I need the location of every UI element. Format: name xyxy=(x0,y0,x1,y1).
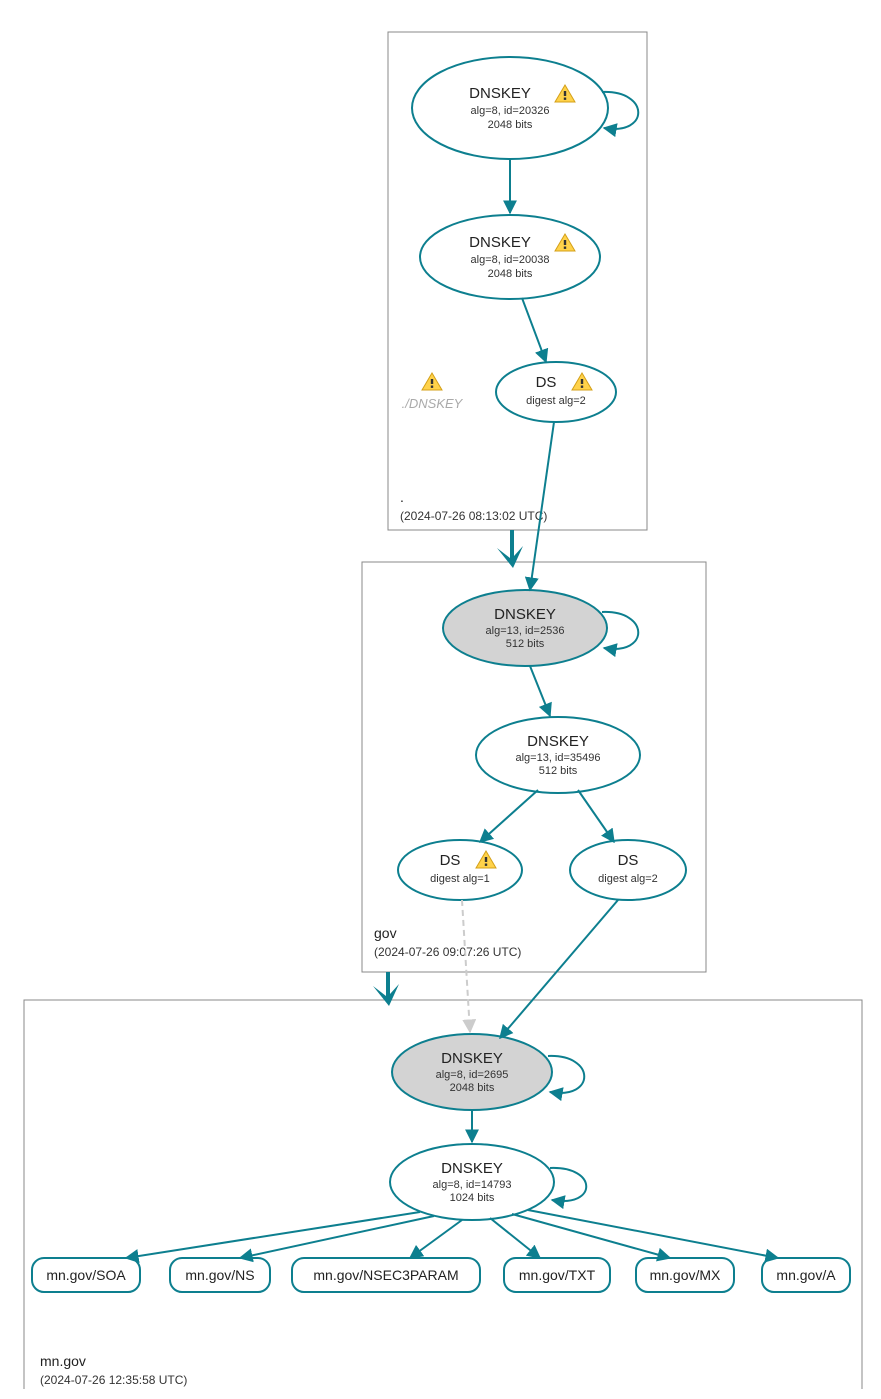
node-record-a: mn.gov/A xyxy=(762,1258,850,1292)
gov-ksk-line1: alg=13, id=2536 xyxy=(486,625,565,637)
edge-zsk-mx xyxy=(512,1214,670,1258)
edge-gov-ds1-mn-ksk xyxy=(462,900,470,1032)
edge-zsk-ns xyxy=(240,1216,434,1258)
root-ksk-line2: 2048 bits xyxy=(488,119,533,131)
edge-gov-zsk-ds1 xyxy=(480,790,538,842)
edge-mn-zsk-self xyxy=(550,1168,586,1201)
edge-root-zsk-ds xyxy=(522,298,546,362)
zone-ts-mn: (2024-07-26 12:35:58 UTC) xyxy=(40,1373,187,1387)
mn-zsk-line2: 1024 bits xyxy=(450,1192,495,1204)
mn-zsk-line1: alg=8, id=14793 xyxy=(433,1179,512,1191)
edge-root-ds-gov-ksk xyxy=(530,422,554,590)
root-zsk-line1: alg=8, id=20038 xyxy=(471,254,550,266)
svg-text:./DNSKEY: ./DNSKEY xyxy=(402,396,464,411)
gov-ksk-title: DNSKEY xyxy=(494,606,556,623)
svg-text:mn.gov/TXT: mn.gov/TXT xyxy=(519,1267,596,1283)
node-record-txt: mn.gov/TXT xyxy=(504,1258,610,1292)
mn-zsk-title: DNSKEY xyxy=(441,1160,503,1177)
zone-ts-root: (2024-07-26 08:13:02 UTC) xyxy=(400,509,547,523)
gov-zsk-title: DNSKEY xyxy=(527,733,589,750)
node-root-zsk: DNSKEY alg=8, id=20038 2048 bits xyxy=(420,215,600,299)
root-ds-title: DS xyxy=(536,374,557,391)
node-gov-ds1: DS digest alg=1 xyxy=(398,840,522,900)
zone-label-gov: gov xyxy=(374,925,397,941)
edge-zsk-nsec3 xyxy=(410,1220,462,1258)
mn-ksk-title: DNSKEY xyxy=(441,1050,503,1067)
root-ds-line1: digest alg=2 xyxy=(526,395,586,407)
svg-text:mn.gov/A: mn.gov/A xyxy=(776,1267,836,1283)
mn-ksk-line2: 2048 bits xyxy=(450,1082,495,1094)
edge-mn-ksk-self xyxy=(548,1056,584,1093)
edge-gov-ksk-zsk xyxy=(530,666,550,716)
delegation-arrow-gov-mn xyxy=(373,972,399,1006)
warning-icon xyxy=(422,373,442,390)
zone-label-mn: mn.gov xyxy=(40,1353,86,1369)
gov-zsk-line2: 512 bits xyxy=(539,765,578,777)
node-gov-zsk: DNSKEY alg=13, id=35496 512 bits xyxy=(476,717,640,793)
svg-text:mn.gov/SOA: mn.gov/SOA xyxy=(46,1267,126,1283)
root-ksk-title: DNSKEY xyxy=(469,85,531,102)
edge-zsk-a xyxy=(528,1210,778,1258)
gov-ksk-line2: 512 bits xyxy=(506,638,545,650)
gov-ds2-line1: digest alg=2 xyxy=(598,873,658,885)
gov-ds1-line1: digest alg=1 xyxy=(430,873,490,885)
root-zsk-title: DNSKEY xyxy=(469,234,531,251)
root-zsk-line2: 2048 bits xyxy=(488,268,533,280)
node-root-missing: ./DNSKEY xyxy=(402,373,464,411)
node-gov-ksk: DNSKEY alg=13, id=2536 512 bits xyxy=(443,590,607,666)
edge-gov-zsk-ds2 xyxy=(578,790,614,842)
gov-ds1-title: DS xyxy=(440,852,461,869)
svg-text:mn.gov/NS: mn.gov/NS xyxy=(185,1267,254,1283)
node-mn-zsk: DNSKEY alg=8, id=14793 1024 bits xyxy=(390,1144,554,1220)
node-record-soa: mn.gov/SOA xyxy=(32,1258,140,1292)
zone-label-root: . xyxy=(400,489,404,505)
svg-text:mn.gov/MX: mn.gov/MX xyxy=(650,1267,721,1283)
mn-ksk-line1: alg=8, id=2695 xyxy=(436,1069,509,1081)
node-record-ns: mn.gov/NS xyxy=(170,1258,270,1292)
edge-gov-ds2-mn-ksk xyxy=(500,900,618,1038)
svg-text:mn.gov/NSEC3PARAM: mn.gov/NSEC3PARAM xyxy=(313,1267,458,1283)
gov-zsk-line1: alg=13, id=35496 xyxy=(515,752,600,764)
zone-ts-gov: (2024-07-26 09:07:26 UTC) xyxy=(374,945,521,959)
node-mn-ksk: DNSKEY alg=8, id=2695 2048 bits xyxy=(392,1034,552,1110)
node-record-mx: mn.gov/MX xyxy=(636,1258,734,1292)
node-gov-ds2: DS digest alg=2 xyxy=(570,840,686,900)
node-root-ksk: DNSKEY alg=8, id=20326 2048 bits xyxy=(412,57,608,159)
root-ksk-line1: alg=8, id=20326 xyxy=(471,105,550,117)
node-record-nsec3param: mn.gov/NSEC3PARAM xyxy=(292,1258,480,1292)
gov-ds2-title: DS xyxy=(618,852,639,869)
node-root-ds: DS digest alg=2 xyxy=(496,362,616,422)
edge-zsk-txt xyxy=(490,1218,540,1258)
